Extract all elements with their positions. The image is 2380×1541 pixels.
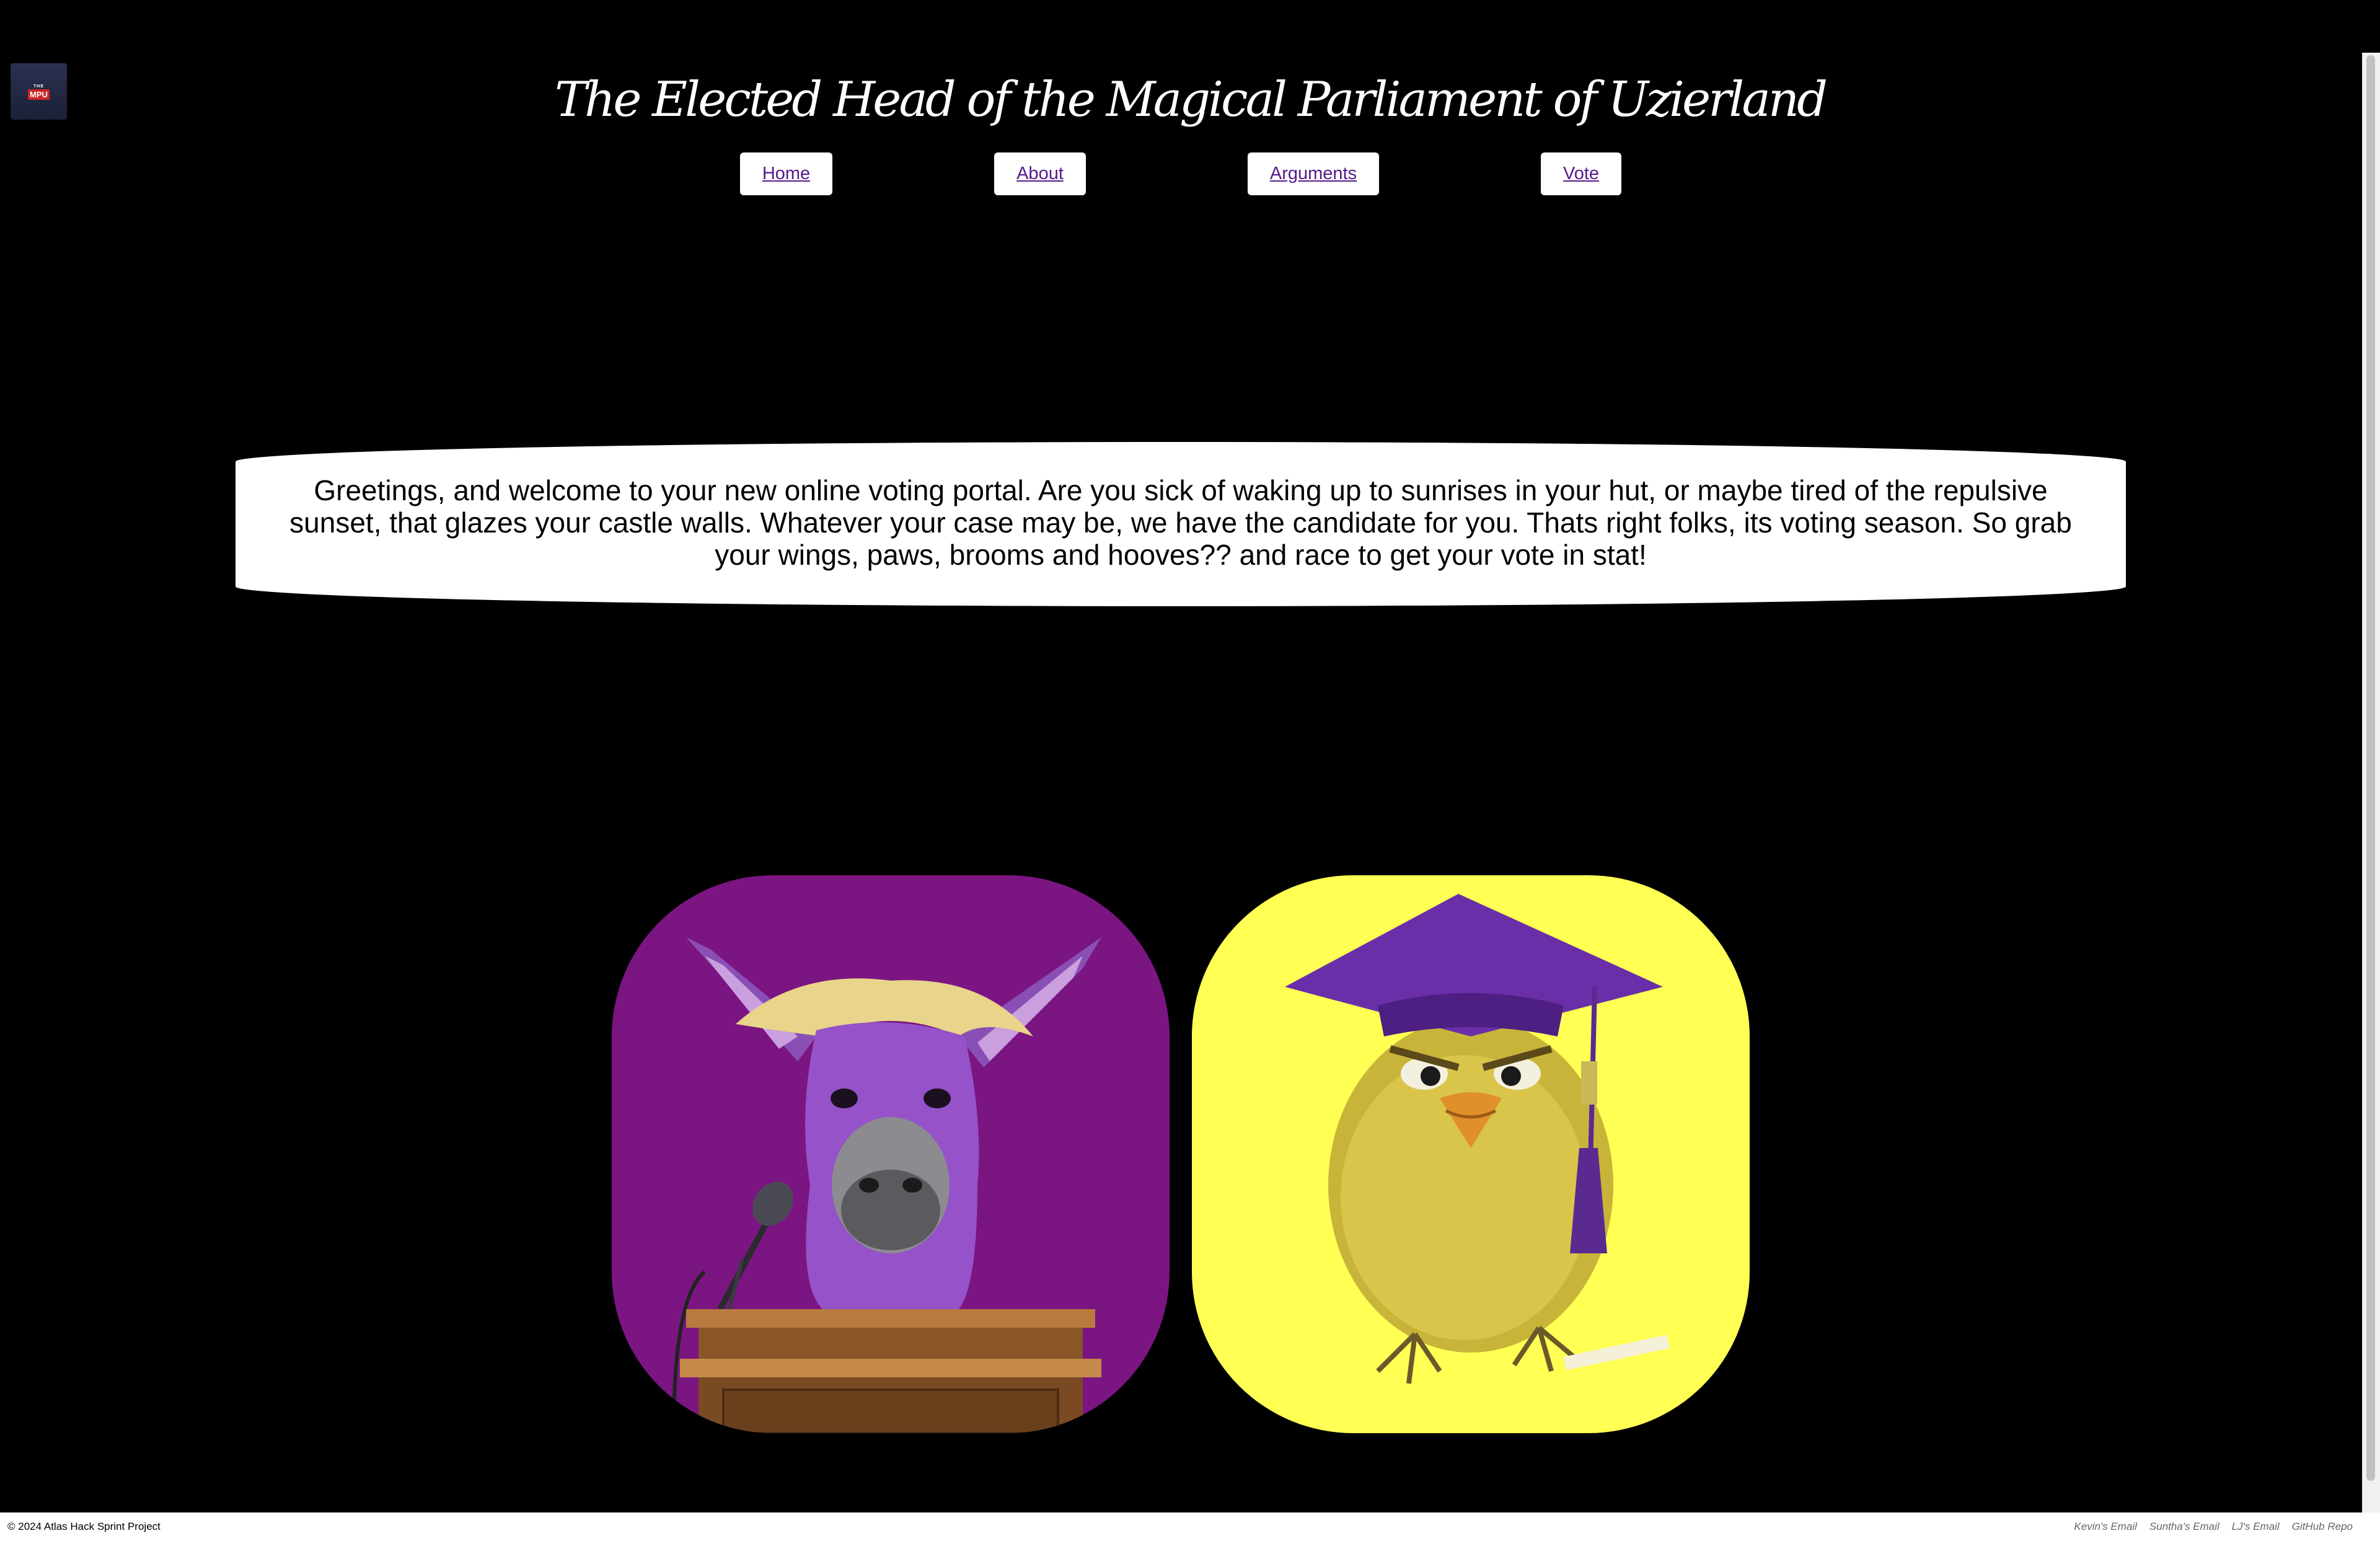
page-scrollbar[interactable] (2362, 53, 2380, 1512)
footer-link-kevin-email[interactable]: Kevin's Email (2074, 1521, 2137, 1533)
footer: © 2024 Atlas Hack Sprint Project Kevin's… (0, 1512, 2380, 1541)
footer-link-suntha-email[interactable]: Suntha's Email (2149, 1521, 2219, 1533)
footer-link-lj-email[interactable]: LJ's Email (2232, 1521, 2280, 1533)
scrollbar-thumb[interactable] (2366, 55, 2375, 1481)
welcome-text: Greetings, and welcome to your new onlin… (289, 474, 2072, 571)
nav-arguments-button[interactable]: Arguments (1248, 152, 1379, 195)
page-title: The Elected Head of the Magical Parliame… (554, 72, 1828, 128)
nav-vote-button[interactable]: Vote (1541, 152, 1621, 195)
donkey-candidate-image[interactable] (612, 875, 1170, 1433)
chick-candidate-image[interactable] (1192, 875, 1750, 1433)
footer-link-github-repo[interactable]: GitHub Repo (2292, 1521, 2353, 1533)
nav-about-button[interactable]: About (994, 152, 1086, 195)
donkey-illustration (672, 937, 1101, 1433)
page: THE MPU The Elected Head of the Magical … (0, 0, 2380, 1541)
chick-illustration (1285, 894, 1670, 1384)
copyright-text: © 2024 Atlas Hack Sprint Project (7, 1521, 161, 1532)
footer-links: Kevin's Email Suntha's Email LJ's Email … (2074, 1521, 2353, 1533)
nav-home-button[interactable]: Home (740, 152, 832, 195)
welcome-banner: Greetings, and welcome to your new onlin… (236, 442, 2126, 606)
